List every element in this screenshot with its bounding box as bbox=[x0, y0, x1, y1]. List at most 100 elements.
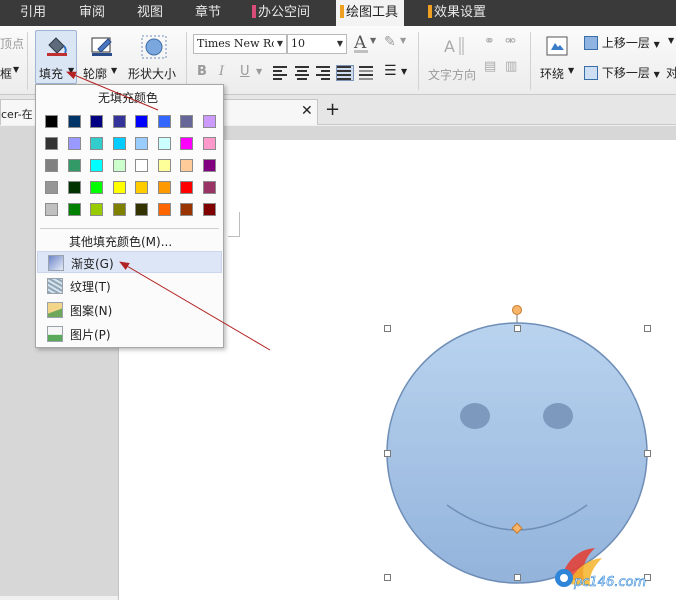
bring-forward-button[interactable]: 上移一层 ▼ bbox=[584, 34, 660, 51]
resize-handle[interactable] bbox=[384, 574, 391, 581]
menu-item-gradient[interactable]: 渐变(G) bbox=[37, 251, 222, 273]
color-swatch[interactable] bbox=[135, 203, 148, 216]
color-swatch[interactable] bbox=[180, 181, 193, 194]
color-swatch[interactable] bbox=[90, 203, 103, 216]
color-swatch[interactable] bbox=[45, 115, 58, 128]
tab-review[interactable]: 审阅 bbox=[79, 0, 105, 26]
color-swatch[interactable] bbox=[90, 115, 103, 128]
highlight-icon[interactable]: ✎ bbox=[384, 34, 396, 50]
align-right-button[interactable] bbox=[316, 66, 332, 80]
tab-effects[interactable]: 效果设置 bbox=[428, 0, 486, 26]
color-swatch[interactable] bbox=[180, 203, 193, 216]
menu-item-pattern[interactable]: 图案(N) bbox=[37, 299, 222, 321]
color-swatch[interactable] bbox=[157, 203, 171, 216]
no-fill-option[interactable]: 无填充颜色 bbox=[98, 89, 158, 106]
align-objects-button[interactable]: 对 bbox=[666, 64, 676, 81]
color-swatch[interactable] bbox=[157, 159, 171, 172]
texture-icon bbox=[47, 278, 63, 294]
line-spacing-icon[interactable]: ☰ bbox=[384, 63, 397, 79]
color-swatch[interactable] bbox=[90, 137, 103, 150]
send-backward-button[interactable]: 下移一层 ▼ bbox=[584, 64, 660, 81]
color-swatch[interactable] bbox=[180, 159, 193, 172]
resize-handle[interactable] bbox=[384, 450, 391, 457]
align-left-button[interactable] bbox=[273, 66, 289, 80]
resize-handle[interactable] bbox=[644, 325, 651, 332]
menu-item-label: 纹理(T) bbox=[70, 280, 111, 294]
tab-section[interactable]: 章节 bbox=[195, 0, 221, 26]
color-swatch[interactable] bbox=[135, 159, 148, 172]
bold-button[interactable]: B bbox=[197, 64, 207, 79]
color-swatch[interactable] bbox=[112, 115, 126, 128]
text-box-icon[interactable]: ▤ bbox=[484, 59, 496, 74]
fill-button[interactable]: 填充 ▼ bbox=[35, 30, 77, 84]
distribute-button[interactable] bbox=[359, 66, 375, 80]
justify-button[interactable] bbox=[336, 65, 354, 81]
close-icon[interactable]: ✕ bbox=[301, 103, 313, 119]
color-swatch[interactable] bbox=[202, 181, 216, 194]
color-swatch[interactable] bbox=[157, 181, 171, 194]
new-tab-plus-icon[interactable]: + bbox=[325, 99, 340, 120]
color-swatch[interactable] bbox=[90, 181, 103, 194]
color-swatch[interactable] bbox=[67, 159, 81, 172]
color-swatch[interactable] bbox=[45, 181, 58, 194]
chevron-down-icon: ▼ bbox=[274, 35, 286, 53]
font-size-combo[interactable]: 10 ▼ bbox=[287, 34, 347, 54]
more-fill-colors-option[interactable]: 其他填充颜色(M)... bbox=[69, 233, 172, 250]
color-swatch[interactable] bbox=[45, 203, 58, 216]
color-swatch[interactable] bbox=[67, 181, 81, 194]
menu-item-texture[interactable]: 纹理(T) bbox=[37, 275, 222, 297]
color-swatch[interactable] bbox=[135, 181, 148, 194]
edit-vertex-button[interactable]: 顶点 bbox=[0, 35, 24, 52]
color-swatch[interactable] bbox=[45, 159, 58, 172]
resize-handle[interactable] bbox=[644, 450, 651, 457]
color-swatch[interactable] bbox=[135, 115, 148, 128]
chevron-down-icon: ▼ bbox=[568, 66, 575, 75]
color-swatch[interactable] bbox=[67, 115, 81, 128]
menu-item-label: 图案(N) bbox=[70, 304, 113, 318]
menu-item-picture[interactable]: 图片(P) bbox=[37, 323, 222, 345]
tab-office-space[interactable]: 办公空间 bbox=[252, 0, 310, 26]
color-swatch[interactable] bbox=[112, 203, 126, 216]
tab-references[interactable]: 引用 bbox=[20, 0, 46, 26]
color-swatch[interactable] bbox=[112, 181, 126, 194]
rotate-handle[interactable] bbox=[512, 305, 522, 315]
color-swatch[interactable] bbox=[157, 137, 171, 150]
link-text-box-icon[interactable]: ⚭ bbox=[484, 34, 495, 49]
unlink-text-box-icon[interactable]: ⚮ bbox=[505, 34, 516, 49]
color-swatch[interactable] bbox=[157, 115, 171, 128]
color-swatch[interactable] bbox=[67, 203, 81, 216]
color-swatch[interactable] bbox=[180, 137, 193, 150]
tab-color-mark bbox=[340, 5, 344, 18]
italic-button[interactable]: I bbox=[219, 64, 224, 79]
ribbon-separator bbox=[530, 32, 531, 90]
tab-view[interactable]: 视图 bbox=[137, 0, 163, 26]
tab-drawing-tools[interactable]: 绘图工具 bbox=[336, 0, 405, 26]
color-swatch[interactable] bbox=[45, 137, 58, 150]
color-swatch[interactable] bbox=[202, 137, 216, 150]
outline-button[interactable]: 轮廓 ▼ bbox=[80, 30, 120, 84]
align-center-button[interactable] bbox=[295, 66, 311, 80]
wrap-button[interactable]: 环绕 ▼ bbox=[536, 30, 576, 84]
resize-handle[interactable] bbox=[514, 574, 521, 581]
shape-size-button[interactable]: 形状大小 bbox=[124, 30, 180, 84]
color-swatch[interactable] bbox=[202, 115, 216, 128]
underline-button[interactable]: U bbox=[240, 64, 250, 79]
bring-forward-icon bbox=[584, 36, 598, 50]
text-direction-button[interactable]: A 文字方向 bbox=[424, 30, 478, 84]
smiley-left-eye bbox=[460, 403, 490, 429]
resize-handle[interactable] bbox=[384, 325, 391, 332]
font-name-value: Times New Ror bbox=[197, 37, 284, 50]
color-swatch[interactable] bbox=[202, 159, 216, 172]
frame-button[interactable]: 框 bbox=[0, 65, 12, 82]
font-name-combo[interactable]: Times New Ror ▼ bbox=[193, 34, 287, 54]
tab-effects-label: 效果设置 bbox=[434, 5, 487, 20]
color-swatch[interactable] bbox=[135, 137, 148, 150]
color-swatch[interactable] bbox=[202, 203, 216, 216]
color-swatch[interactable] bbox=[67, 137, 81, 150]
resize-handle[interactable] bbox=[514, 325, 521, 332]
color-swatch[interactable] bbox=[180, 115, 193, 128]
color-swatch[interactable] bbox=[90, 159, 103, 172]
text-box-vertical-icon[interactable]: ▥ bbox=[505, 59, 517, 74]
color-swatch[interactable] bbox=[112, 159, 126, 172]
color-swatch[interactable] bbox=[112, 137, 126, 150]
